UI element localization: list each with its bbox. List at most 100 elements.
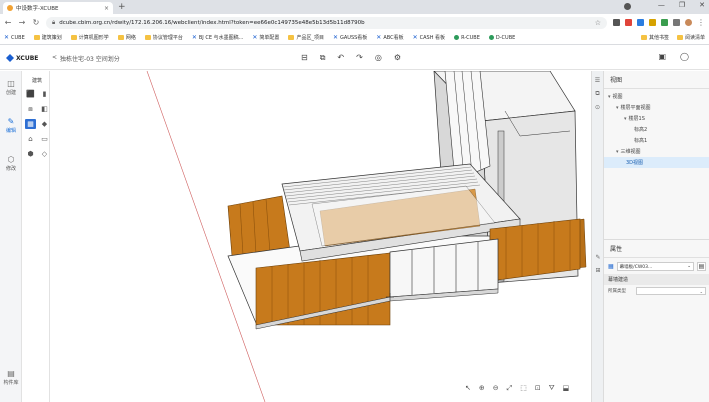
- xcube-icon: ✕: [191, 34, 197, 41]
- settings-icon[interactable]: ⚙: [394, 53, 401, 63]
- brush-icon[interactable]: ✎: [592, 254, 604, 261]
- door-tool-icon[interactable]: ⧈: [25, 104, 36, 114]
- bookmark-item[interactable]: D-CUBE: [488, 35, 515, 41]
- layers-icon[interactable]: ⧉: [592, 90, 603, 98]
- bookmark-item[interactable]: 计算机图形学: [70, 34, 109, 41]
- extension-icon[interactable]: [637, 19, 644, 26]
- display-mode-icon[interactable]: ⬓: [563, 384, 570, 393]
- zoom-in-icon[interactable]: ⊕: [479, 384, 485, 393]
- tree-node[interactable]: 标高2: [604, 124, 709, 135]
- bookmark-item[interactable]: 建筑策划: [33, 34, 62, 41]
- bookmark-item[interactable]: R-CUBE: [454, 35, 480, 41]
- url-text[interactable]: dcube.cbim.org.cn/rdwity/172.16.206.16/w…: [59, 20, 591, 26]
- bookmark-item[interactable]: ✕ 简单配置: [252, 34, 279, 41]
- omnibox[interactable]: 🔒︎ dcube.cbim.org.cn/rdwity/172.16.206.1…: [46, 16, 607, 29]
- right-panel-rail: ☰ ⧉ ⊙: [592, 71, 604, 402]
- caret-icon[interactable]: ▾: [616, 105, 619, 111]
- room-tool-icon[interactable]: ⬢: [25, 149, 36, 159]
- tree-node[interactable]: 标高1: [604, 135, 709, 146]
- panel-toggle-icon[interactable]: ▣: [658, 52, 666, 61]
- tree-node[interactable]: ▾ 楼层1S: [604, 113, 709, 124]
- bookmark-item[interactable]: ✕ ABC看板: [376, 34, 403, 41]
- curtain-wall-tool-icon[interactable]: ▦: [25, 119, 36, 129]
- zoom-out-icon[interactable]: ⊖: [493, 384, 499, 393]
- browser-tabstrip: 中设数字-XCUBE × + — ❐ ✕: [0, 0, 709, 14]
- 3d-viewport[interactable]: ↖ ⊕ ⊖ ⤢ ⬚ ⊡ ⛛ ⬓: [50, 71, 591, 402]
- bookmark-item[interactable]: 网络: [117, 34, 136, 41]
- left-wood-wall[interactable]: [227, 195, 291, 257]
- app-header: XCUBE < 独栋住宅-03 空间划分 ⊟ ⧉ ↶ ↷ ◎ ⚙ ▣ ◯: [0, 46, 709, 70]
- bookmark-star-icon[interactable]: ☆: [595, 19, 601, 27]
- bookmark-item[interactable]: 协议管理平台: [144, 34, 183, 41]
- tab-close-icon[interactable]: ×: [104, 5, 109, 12]
- tree-node-label: 视图: [612, 94, 623, 100]
- properties-panel: 属性 ▦ 幕墙板/CW03... ⌄ ▤ 幕墙建造 所属类型 ⌄ ✎ ⊞: [595, 239, 709, 297]
- reload-icon[interactable]: ↻: [32, 18, 40, 27]
- tree-node[interactable]: ▾ 视图: [604, 91, 709, 102]
- minimize-button[interactable]: —: [658, 1, 665, 9]
- rail-item-label: 构件库: [3, 380, 19, 386]
- target-icon[interactable]: ⊙: [592, 104, 603, 111]
- tree-node[interactable]: 3D视图: [604, 157, 709, 168]
- tree-node[interactable]: ▾ 三维视图: [604, 146, 709, 157]
- slab-tool-icon[interactable]: ◆: [39, 119, 50, 129]
- bookmark-label: R-CUBE: [461, 34, 480, 41]
- redo-icon[interactable]: ↷: [356, 53, 363, 63]
- rail-item-create[interactable]: ◫ 创建: [0, 79, 22, 96]
- caret-icon[interactable]: ▾: [616, 149, 619, 155]
- tool-grid: ⬛ ▮ ⧈ ◧ ▦ ◆ ⌂ ▭ ⬢ ◇: [25, 89, 50, 159]
- extension-icon[interactable]: [613, 19, 620, 26]
- undo-icon[interactable]: ↶: [337, 53, 344, 63]
- extension-icon[interactable]: [625, 19, 632, 26]
- back-icon[interactable]: ←: [4, 18, 12, 27]
- tree-node[interactable]: ▾ 楼层平面视图: [604, 102, 709, 113]
- profile-avatar[interactable]: [685, 19, 692, 26]
- caret-icon[interactable]: ▾: [608, 94, 611, 100]
- back-chevron-icon[interactable]: <: [52, 54, 57, 63]
- view-nav-toolbar: ↖ ⊕ ⊖ ⤢ ⬚ ⊡ ⛛ ⬓: [465, 384, 569, 393]
- column-tool-icon[interactable]: ▮: [39, 89, 50, 99]
- new-tab-button[interactable]: +: [118, 2, 126, 12]
- bookmark-item[interactable]: ✕ CASH 看板: [413, 34, 445, 41]
- wall-tool-icon[interactable]: ⬛: [25, 89, 36, 99]
- edit-type-button[interactable]: ▤: [697, 262, 706, 271]
- walk-icon[interactable]: ⛛: [549, 384, 555, 393]
- rail-item-component-library[interactable]: ▤ 构件库: [0, 369, 22, 386]
- target-icon[interactable]: ◎: [375, 53, 382, 63]
- grid-icon[interactable]: ⊞: [592, 267, 604, 274]
- bookmark-item[interactable]: ✕ BJ CE 与水墨图稿...: [192, 34, 244, 41]
- bookmark-item[interactable]: ✕ CUBE: [4, 34, 25, 41]
- opening-tool-icon[interactable]: ◇: [39, 149, 50, 159]
- type-select[interactable]: 幕墙板/CW03... ⌄: [616, 262, 694, 271]
- puzzle-icon[interactable]: [673, 19, 680, 26]
- window-tool-icon[interactable]: ◧: [39, 104, 50, 114]
- bookmark-item[interactable]: ✕ GAUSS看板: [333, 34, 367, 41]
- forward-icon[interactable]: →: [18, 18, 26, 27]
- close-window-button[interactable]: ✕: [699, 1, 705, 9]
- browser-tab[interactable]: 中设数字-XCUBE ×: [3, 2, 113, 14]
- user-icon[interactable]: ◯: [680, 52, 689, 61]
- lock-icon[interactable]: 🔒︎: [52, 19, 55, 27]
- box-zoom-icon[interactable]: ⬚: [520, 384, 527, 393]
- railing-tool-icon[interactable]: ▭: [39, 134, 50, 144]
- kebab-menu-icon[interactable]: ⋮: [697, 18, 705, 27]
- rail-item-modify[interactable]: ⬡ 修改: [0, 155, 22, 172]
- fit-view-icon[interactable]: ⤢: [507, 384, 513, 393]
- building-model[interactable]: [50, 71, 591, 402]
- extension-icon[interactable]: [661, 19, 668, 26]
- bookmark-item[interactable]: 产品区_项目: [288, 34, 324, 41]
- select-icon[interactable]: ↖: [465, 384, 471, 393]
- section-box-icon[interactable]: ⊡: [535, 384, 541, 393]
- list-icon[interactable]: ☰: [592, 77, 603, 84]
- extension-icon[interactable]: [649, 19, 656, 26]
- bookmark-item[interactable]: 阅读清单: [676, 34, 705, 41]
- caret-icon[interactable]: ▾: [624, 116, 627, 122]
- bookmark-item[interactable]: 其他书签: [640, 34, 669, 41]
- copy-icon[interactable]: ⧉: [320, 53, 326, 63]
- prop-section-header[interactable]: 幕墙建造: [604, 274, 709, 285]
- maximize-button[interactable]: ❐: [679, 1, 685, 9]
- roof-tool-icon[interactable]: ⌂: [25, 134, 36, 144]
- rail-item-edit[interactable]: ✎ 编辑: [0, 117, 22, 134]
- prop-value-select[interactable]: ⌄: [636, 287, 706, 295]
- save-icon[interactable]: ⊟: [301, 53, 308, 63]
